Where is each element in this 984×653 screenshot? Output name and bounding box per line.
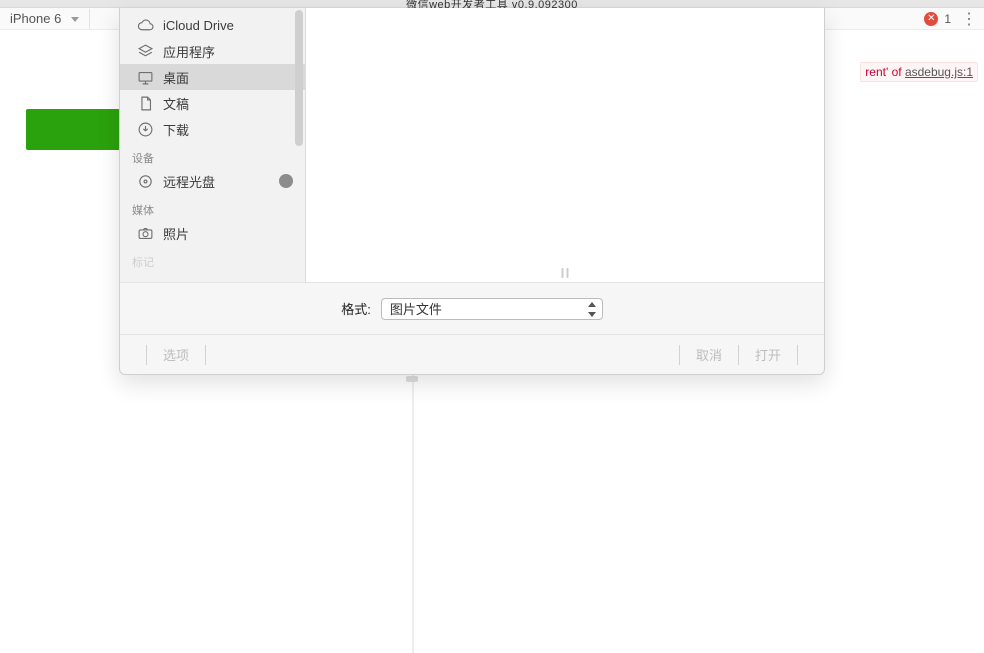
- sidebar-section-media: 媒体: [120, 194, 305, 220]
- desktop-icon: [136, 68, 154, 86]
- dialog-sidebar: iCloud Drive 应用程序 桌面 文稿: [120, 8, 306, 282]
- sidebar-item-label: 桌面: [163, 68, 189, 87]
- sidebar-item-photos[interactable]: 照片: [120, 220, 305, 246]
- camera-icon: [136, 224, 154, 242]
- separator: [797, 345, 798, 365]
- open-button[interactable]: 打开: [751, 345, 785, 364]
- sidebar-section-devices: 设备: [120, 142, 305, 168]
- file-list-pane[interactable]: [306, 8, 824, 282]
- sidebar-item-downloads[interactable]: 下载: [120, 116, 305, 142]
- sidebar-item-remote-disc[interactable]: 远程光盘: [120, 168, 305, 194]
- cancel-button[interactable]: 取消: [692, 345, 726, 364]
- pane-resize-handle-icon[interactable]: [562, 268, 569, 278]
- error-icon[interactable]: ✕: [924, 12, 938, 26]
- window-titlebar-strip: 微信web开发者工具 v0.9.092300: [0, 0, 984, 8]
- disc-icon: [136, 172, 154, 190]
- sidebar-item-label: iCloud Drive: [163, 18, 234, 33]
- sidebar-item-label: 远程光盘: [163, 172, 215, 191]
- console-error-text: rent' of: [865, 65, 905, 79]
- sidebar-section-tags: 标记: [120, 246, 305, 272]
- format-label: 格式:: [341, 299, 371, 318]
- sidebar-item-documents[interactable]: 文稿: [120, 90, 305, 116]
- download-icon: [136, 120, 154, 138]
- options-button[interactable]: 选项: [159, 345, 193, 364]
- pane-divider[interactable]: [412, 375, 414, 653]
- device-selector[interactable]: iPhone 6: [0, 9, 90, 29]
- sidebar-item-label: 照片: [163, 224, 189, 243]
- file-open-dialog: iCloud Drive 应用程序 桌面 文稿: [119, 8, 825, 375]
- console-error-source[interactable]: asdebug.js:1: [905, 65, 973, 79]
- preview-green-button[interactable]: [26, 109, 120, 150]
- sidebar-scrollbar[interactable]: [295, 10, 303, 146]
- device-selector-label: iPhone 6: [10, 11, 61, 26]
- format-select-value: 图片文件: [390, 299, 442, 318]
- kebab-menu-icon[interactable]: ⋮: [957, 9, 976, 29]
- document-icon: [136, 94, 154, 112]
- separator: [146, 345, 147, 365]
- apps-icon: [136, 42, 154, 60]
- error-count: 1: [944, 12, 951, 26]
- separator: [205, 345, 206, 365]
- format-select[interactable]: 图片文件: [381, 298, 603, 320]
- format-row: 格式: 图片文件: [120, 282, 824, 334]
- sidebar-item-apps[interactable]: 应用程序: [120, 38, 305, 64]
- sidebar-item-icloud[interactable]: iCloud Drive: [120, 12, 305, 38]
- separator: [679, 345, 680, 365]
- sidebar-item-label: 下载: [163, 120, 189, 139]
- sidebar-item-label: 应用程序: [163, 42, 215, 61]
- chevron-updown-icon: [588, 301, 596, 318]
- sidebar-item-desktop[interactable]: 桌面: [120, 64, 305, 90]
- pane-divider-handle[interactable]: [406, 376, 418, 382]
- sidebar-item-label: 文稿: [163, 94, 189, 113]
- cloud-icon: [136, 16, 154, 34]
- eject-icon[interactable]: [279, 174, 293, 188]
- separator: [738, 345, 739, 365]
- dialog-action-bar: 选项 取消 打开: [120, 334, 824, 374]
- console-error-line[interactable]: rent' of asdebug.js:1: [860, 62, 978, 82]
